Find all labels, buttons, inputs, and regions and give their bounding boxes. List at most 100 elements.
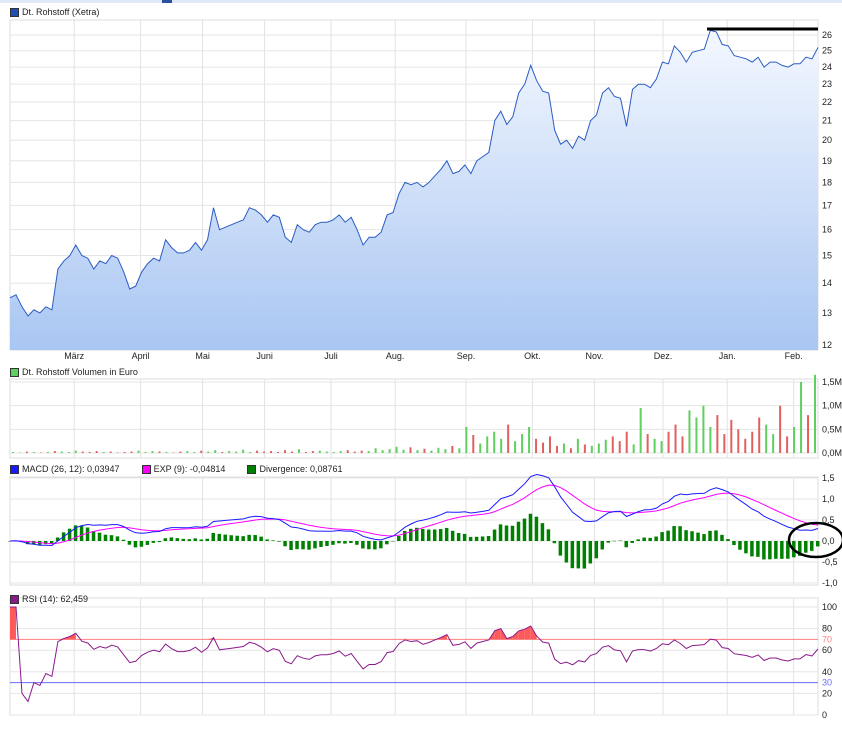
- macd-axis-label: 1,5: [822, 473, 835, 483]
- divergence-bar: [97, 532, 102, 541]
- price-axis-label: 24: [822, 62, 832, 72]
- macd-axis-label: 1,0: [822, 494, 835, 504]
- volume-bar: [137, 450, 140, 453]
- volume-bar: [263, 451, 266, 453]
- volume-bar: [151, 451, 154, 453]
- month-axis-label: April: [132, 351, 150, 361]
- divergence-bar: [397, 536, 401, 541]
- divergence-bar: [456, 533, 461, 541]
- volume-bar: [179, 451, 182, 453]
- volume-axis-label: 1,0M: [822, 401, 842, 411]
- month-axis-label: Juli: [324, 351, 338, 361]
- divergence-bar: [594, 541, 599, 559]
- divergence-bar: [145, 541, 150, 545]
- volume-bar: [542, 442, 545, 453]
- price-axis-label: 19: [822, 156, 832, 166]
- divergence-bar: [756, 541, 760, 557]
- volume-legend-swatch: [10, 367, 19, 377]
- divergence-bar: [438, 529, 443, 541]
- divergence-bar: [558, 541, 563, 556]
- divergence-bar: [265, 539, 269, 541]
- divergence-bar: [666, 530, 670, 541]
- volume-bar: [493, 431, 496, 453]
- divergence-bar: [361, 541, 365, 549]
- divergence-bar: [522, 518, 527, 541]
- volume-bar: [500, 438, 503, 453]
- rsi-panel-frame: [9, 597, 819, 716]
- divergence-bar: [528, 513, 533, 541]
- divergence-bar: [426, 529, 431, 541]
- divergence-bar: [127, 541, 132, 545]
- divergence-bar: [732, 541, 736, 546]
- volume-bar: [716, 415, 719, 453]
- stock-chart: 12 13 14 15 16 17 18 19 20 21 22 23 24 25 26 März April M…: [0, 0, 842, 733]
- volume-bar: [786, 436, 789, 453]
- divergence-bar: [702, 534, 706, 541]
- divergence-bar: [85, 527, 90, 541]
- volume-bar: [74, 450, 77, 453]
- divergence-bar: [91, 531, 96, 541]
- volume-bar: [744, 438, 747, 453]
- exp-legend-label: EXP (9): -0,04814: [153, 464, 226, 474]
- divergence-bar: [343, 541, 347, 544]
- volume-bar: [95, 451, 98, 453]
- divergence-bar: [648, 537, 652, 541]
- price-legend: Dt. Rohstoff (Xetra): [10, 7, 99, 17]
- volume-bar: [200, 450, 203, 453]
- divergence-bar: [708, 530, 712, 541]
- volume-bar: [639, 408, 642, 453]
- divergence-bar: [612, 540, 617, 542]
- month-axis-label: Dez.: [654, 351, 673, 361]
- volume-bar: [688, 410, 691, 453]
- divergence-bar: [223, 534, 227, 541]
- volume-bar: [242, 449, 245, 453]
- rsi-legend-swatch: [10, 594, 19, 604]
- divergence-bar: [367, 541, 371, 550]
- volume-bar: [458, 448, 461, 453]
- divergence-bar: [582, 541, 587, 569]
- volume-bar: [88, 452, 91, 453]
- divergence-bar: [420, 528, 425, 541]
- volume-bar: [569, 448, 572, 453]
- rsi-level-label: 70: [822, 634, 832, 644]
- divergence-bar: [181, 538, 186, 541]
- volume-bar: [53, 451, 56, 453]
- price-axis-label: 18: [822, 177, 832, 187]
- volume-axis-label: 1,5M: [822, 377, 842, 387]
- divergence-bar: [492, 529, 497, 541]
- volume-bar: [555, 445, 558, 453]
- volume-bar: [590, 445, 593, 453]
- volume-bar: [514, 441, 517, 453]
- divergence-bar: [546, 529, 551, 541]
- divergence-bar: [175, 538, 180, 541]
- volume-bar: [270, 451, 273, 453]
- volume-bar: [479, 443, 482, 453]
- volume-bar: [221, 452, 224, 453]
- divergence-bar: [720, 534, 724, 541]
- month-axis-label: Aug.: [386, 351, 405, 361]
- divergence-legend-label: Divergence: 0,08761: [259, 464, 343, 474]
- rsi-axis-label: 20: [822, 688, 832, 698]
- volume-bar: [311, 451, 314, 453]
- volume-bar: [374, 448, 377, 453]
- volume-bar: [576, 438, 579, 453]
- divergence-bar: [157, 541, 162, 543]
- divergence-bar: [576, 541, 581, 569]
- divergence-bar: [552, 541, 557, 544]
- price-axis-label: 25: [822, 46, 832, 56]
- volume-bar: [548, 436, 551, 453]
- volume-bar: [235, 451, 238, 453]
- rsi-legend-label: RSI (14): 62,459: [22, 594, 89, 604]
- divergence-bar: [780, 541, 784, 559]
- volume-bar: [451, 445, 454, 453]
- divergence-bar: [474, 536, 479, 541]
- divergence-bar: [534, 516, 539, 541]
- volume-bar: [214, 450, 217, 453]
- price-axis-label: 16: [822, 225, 832, 235]
- divergence-bar: [726, 539, 730, 541]
- divergence-bar: [660, 532, 664, 541]
- divergence-bar: [498, 524, 503, 541]
- divergence-bar: [744, 541, 748, 554]
- volume-bar: [793, 426, 796, 453]
- rsi-level-label: 30: [822, 678, 832, 688]
